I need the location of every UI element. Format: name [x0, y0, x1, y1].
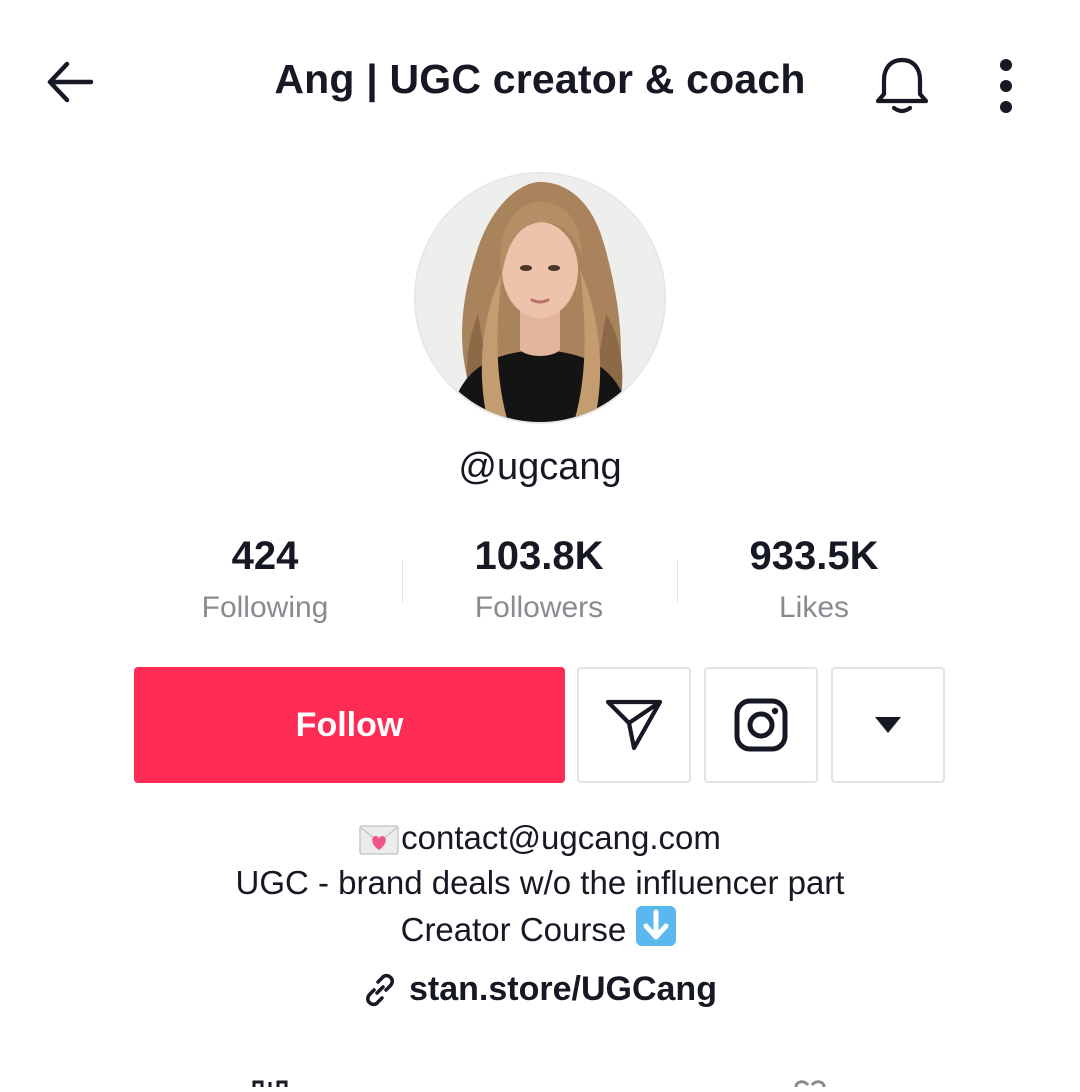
username: @ugcang [458, 446, 622, 488]
send-arrow-icon [605, 699, 663, 751]
stat-divider [677, 560, 678, 602]
following-label: Following [201, 591, 329, 624]
stat-divider [402, 560, 403, 602]
profile-link[interactable]: stan.store/UGCang [240, 970, 840, 1009]
followers-count: 103.8K [474, 534, 604, 578]
stat-followers[interactable]: 103.8K Followers [409, 532, 669, 626]
bio-tagline: UGC - brand deals w/o the influencer par… [235, 864, 845, 901]
bio-email-line: contact@ugcang.com [140, 815, 940, 866]
likes-label: Likes [778, 591, 850, 624]
follow-button[interactable]: Follow [134, 667, 565, 783]
avatar[interactable] [414, 172, 666, 424]
more-options-button[interactable] [976, 50, 1036, 122]
vertical-dots-icon [1000, 59, 1012, 113]
back-button[interactable] [38, 50, 102, 114]
tab-liked-icon[interactable] [790, 1074, 830, 1088]
tab-videos-icon[interactable] [250, 1074, 290, 1087]
profile-title: Ang | UGC creator & coach [274, 56, 806, 102]
bell-icon [875, 57, 929, 114]
link-icon [366, 973, 395, 1006]
bio-course-text: Creator Course [400, 911, 627, 948]
arrow-left-icon [47, 61, 94, 103]
followers-label: Followers [474, 591, 604, 624]
bio-course-line: Creator Course [140, 905, 940, 958]
bio-email: contact@ugcang.com [401, 819, 721, 856]
avatar-photo [416, 174, 664, 422]
instagram-icon [734, 698, 788, 752]
message-button[interactable] [577, 667, 691, 783]
caret-down-icon [875, 717, 901, 733]
notification-bell-button[interactable] [866, 50, 938, 122]
likes-count: 933.5K [749, 534, 879, 578]
suggested-accounts-dropdown[interactable] [831, 667, 945, 783]
link-text: stan.store/UGCang [409, 970, 717, 1008]
following-count: 424 [231, 534, 299, 578]
stat-following[interactable]: 424 Following [135, 532, 395, 626]
down-arrow-emoji [635, 905, 677, 958]
stat-likes[interactable]: 933.5K Likes [684, 532, 944, 626]
instagram-button[interactable] [704, 667, 818, 783]
